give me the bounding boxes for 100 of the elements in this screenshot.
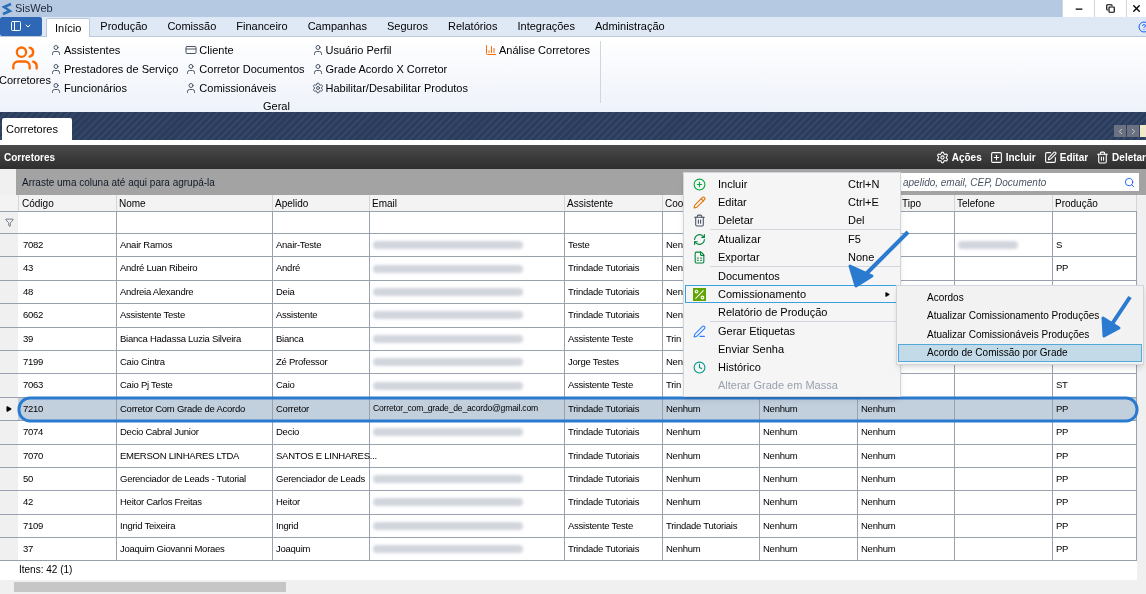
ribbon-item[interactable]: Corretor Documentos (185, 60, 305, 78)
table-cell: Assistente Teste (568, 331, 633, 346)
table-cell: Ingrid (276, 518, 299, 533)
ribbon-item[interactable]: Cliente (185, 41, 305, 59)
column-header[interactable]: Produção (1055, 195, 1098, 211)
table-cell: Decio Cabral Junior (120, 425, 199, 440)
minimize-button[interactable] (1062, 0, 1094, 17)
ribbon-item[interactable]: Assistentes (50, 41, 179, 59)
toolbar-button[interactable]: Incluir (989, 149, 1036, 165)
column-header[interactable]: Nome (119, 195, 146, 211)
scroll-left-button[interactable] (1114, 125, 1126, 137)
table-cell: SANTOS E LINHARES... (276, 448, 377, 463)
toolbar-button[interactable]: Editar (1043, 149, 1089, 165)
ribbon-tab[interactable]: Início (46, 18, 91, 37)
ribbon-tab[interactable]: Integrações (507, 17, 585, 36)
table-cell-text: Nenhum (763, 401, 798, 416)
ribbon-item[interactable]: Comissionáveis (185, 79, 305, 97)
table-cell: 7074 (23, 425, 44, 440)
column-header[interactable]: Código (22, 195, 54, 211)
ribbon-item[interactable]: Análise Corretores (484, 41, 591, 59)
toolbar-button[interactable]: Deletar (1096, 149, 1146, 165)
table-cell-text: 7199 (23, 355, 44, 369)
caret-icon (24, 22, 32, 30)
table-row[interactable]: 50 Gerenciador de Leads - Tutorial Gerenciador de Leads Trindade Tutoriais Nenhum Nenhum Nenhum PP (0, 467, 1137, 492)
filter-icon[interactable] (4, 218, 14, 227)
ribbon-tab[interactable]: Administração (585, 17, 675, 36)
table-cell: PP (1056, 542, 1069, 557)
shortcut-text: F5 (848, 231, 862, 247)
close-button[interactable] (1126, 0, 1146, 17)
shortcut-text: Ctrl+E (848, 194, 880, 210)
table-cell-text: PP (1056, 471, 1069, 486)
table-cell: PP (1056, 448, 1069, 463)
person-icon (50, 63, 62, 75)
table-cell: Anair-Teste (276, 238, 322, 253)
column-header[interactable]: Coo (665, 195, 684, 211)
ribbon-tab[interactable]: Produção (90, 17, 158, 36)
column-header[interactable]: Telefone (957, 195, 995, 211)
table-cell: Trindade Tutoriais (568, 448, 640, 463)
horizontal-scrollbar[interactable] (0, 580, 1146, 594)
table-cell: Bianca Hadassa Luzia Silveira (120, 331, 242, 346)
table-cell: PP (1056, 495, 1069, 510)
table-cell-text: Trindade Tutoriais (568, 284, 640, 299)
table-row[interactable]: 7109 Ingrid Teixeira Ingrid Assistente Teste Trindade Tutoriais Nenhum Nenhum PP (0, 514, 1137, 539)
ribbon-item[interactable]: Prestadores de Serviço (50, 60, 179, 78)
table-cell: Nenhum (763, 542, 798, 557)
table-cell: Trindade Tutoriais (568, 308, 640, 323)
ribbon-item[interactable]: Usuário Perfil (311, 41, 468, 59)
trash-icon (1096, 150, 1110, 164)
close-icon (1131, 3, 1142, 14)
toolbar-button[interactable]: Ações (935, 149, 982, 165)
menu-item[interactable]: Deletar Del (685, 211, 899, 229)
row-header[interactable] (0, 397, 18, 421)
ribbon-tab[interactable]: Campanhas (297, 17, 377, 36)
table-cell: PP (1056, 425, 1069, 440)
table-cell: Joaquim Giovanni Moraes (120, 542, 225, 557)
help-icon[interactable] (1138, 20, 1146, 33)
ribbon-tab[interactable]: Financeiro (226, 17, 298, 36)
table-cell: Corretor_com_grade_de_acordo@gmail.com (373, 402, 538, 416)
gear-icon (311, 82, 324, 94)
menu-item[interactable]: Incluir Ctrl+N (685, 175, 899, 193)
table-row[interactable]: 37 Joaquim Giovanni Moraes Joaquim Trindade Tutoriais Nenhum Nenhum Nenhum PP (0, 538, 1137, 562)
shortcut-text: Del (848, 212, 866, 228)
table-cell: Assistente Teste (120, 308, 185, 323)
column-header[interactable]: Email (372, 195, 397, 211)
menu-item[interactable]: Relatório de Produção (685, 303, 899, 321)
scroll-right-button[interactable] (1127, 125, 1139, 137)
column-header[interactable]: Tipo (902, 195, 922, 211)
menu-item[interactable]: Histórico (685, 358, 899, 376)
search-field[interactable]: apelido, email, CEP, Documento (899, 173, 1139, 191)
percent-icon (692, 287, 706, 301)
table-cell: 37 (23, 542, 34, 557)
table-cell: Assistente Teste (568, 378, 633, 393)
ribbon-item[interactable]: Funcionários (50, 79, 179, 97)
trash-icon (692, 213, 706, 227)
restore-button[interactable] (1094, 0, 1126, 17)
table-cell: Trin (666, 331, 681, 346)
shortcut-text: Ctrl+N (848, 176, 881, 192)
table-cell: EMERSON LINHARES LTDA (120, 448, 240, 463)
ribbon-tab[interactable]: Seguros (377, 17, 438, 36)
table-cell: Nenhum (861, 425, 896, 440)
plus-icon (989, 150, 1003, 164)
menu-item[interactable]: Comissionamento (685, 285, 899, 303)
table-row[interactable]: 7070 EMERSON LINHARES LTDA SANTOS E LINHARES... Trindade Tutoriais Nenhum Nenhum Nenhum PP (0, 444, 1137, 468)
document-tab[interactable]: Corretores (2, 118, 72, 140)
ribbon-tab[interactable]: Comissão (157, 17, 227, 36)
table-cell: Nenhum (666, 425, 701, 440)
column-header[interactable]: Assistente (567, 195, 614, 211)
table-row[interactable]: 7074 Decio Cabral Junior Decio Trindade Tutoriais Nenhum Nenhum Nenhum PP (0, 421, 1137, 445)
person-icon (311, 44, 324, 56)
corretores-ribbon-button[interactable]: Corretores (0, 41, 50, 112)
column-header[interactable]: Apelido (275, 195, 309, 211)
ribbon-item[interactable]: Habilitar/Desabilitar Produtos (311, 79, 468, 97)
table-cell: Nenhum (666, 495, 701, 510)
table-cell: Nen (666, 308, 683, 323)
ribbon-tab[interactable]: Relatórios (437, 17, 508, 36)
table-row[interactable]: 42 Heitor Carlos Freitas Heitor Trindade Tutoriais Nenhum Nenhum Nenhum PP (0, 491, 1137, 515)
menu-item[interactable]: Editar Ctrl+E (685, 193, 899, 211)
table-cell: Nen (666, 238, 683, 253)
ribbon-item[interactable]: Grade Acordo X Corretor (311, 60, 468, 78)
menu-item[interactable]: Acordo de Comissão por Grade (898, 343, 1142, 362)
